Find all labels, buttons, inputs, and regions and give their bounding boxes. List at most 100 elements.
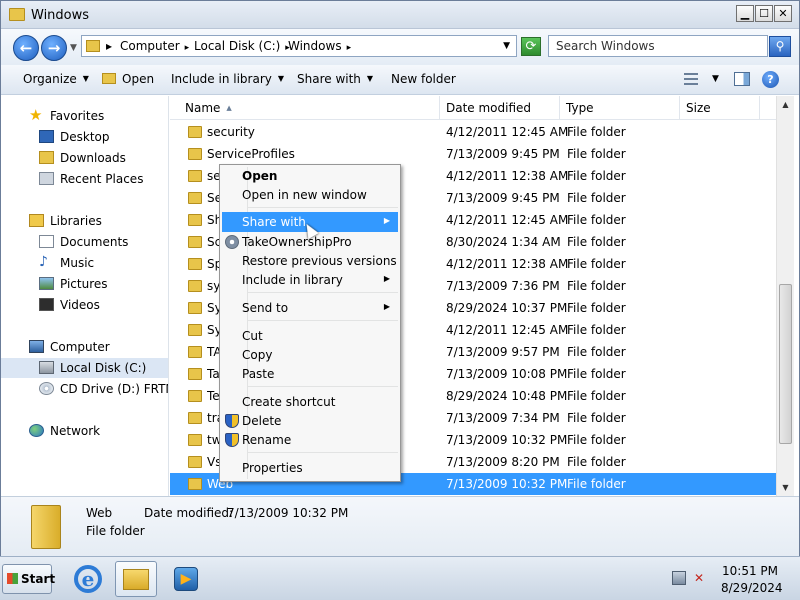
- nav-recent-places[interactable]: Recent Places: [1, 169, 168, 189]
- help-icon[interactable]: ?: [762, 71, 779, 88]
- sort-ascending-icon: ▲: [226, 104, 232, 112]
- nav-label: Local Disk (C:): [60, 361, 147, 375]
- nav-libraries[interactable]: Libraries: [1, 211, 168, 231]
- menu-label: Open in new window: [242, 188, 367, 202]
- videos-icon: [39, 298, 54, 311]
- preview-pane-icon[interactable]: [734, 72, 750, 86]
- nav-videos[interactable]: Videos: [1, 295, 168, 315]
- menu-item-paste[interactable]: Paste: [222, 364, 398, 384]
- table-row[interactable]: ServiceProfiles 7/13/2009 9:45 PM File fol…: [170, 143, 776, 165]
- scroll-thumb[interactable]: [779, 284, 792, 444]
- column-type[interactable]: Type: [560, 96, 680, 120]
- folder-icon: [31, 505, 61, 549]
- menu-item-open-new-window[interactable]: Open in new window: [222, 185, 398, 205]
- folder-icon: [188, 368, 202, 380]
- menu-item-open[interactable]: Open: [222, 166, 398, 186]
- clock-time[interactable]: 10:51 PM: [722, 564, 778, 578]
- back-button[interactable]: ←: [13, 35, 39, 61]
- taskbar-internet-explorer[interactable]: e: [68, 561, 106, 597]
- change-view-icon[interactable]: [684, 73, 698, 85]
- nav-pictures[interactable]: Pictures: [1, 274, 168, 294]
- context-menu: Open Open in new window Share with ▶ Take…: [219, 164, 401, 482]
- details-modified-label: Date modified:: [144, 506, 234, 520]
- column-date-modified[interactable]: Date modified: [440, 96, 560, 120]
- include-in-library-button[interactable]: Include in library ▼: [171, 72, 284, 86]
- submenu-arrow-icon: ▶: [383, 274, 390, 283]
- disk-drive-icon: [39, 361, 54, 374]
- submenu-arrow-icon: ▶: [383, 216, 390, 225]
- breadcrumb-local-disk[interactable]: Local Disk (C:) ▸: [194, 39, 290, 53]
- start-button[interactable]: Start: [2, 564, 55, 594]
- column-name[interactable]: Name ▲: [179, 96, 440, 120]
- refresh-button[interactable]: ⟳: [521, 37, 541, 56]
- menu-separator: [248, 292, 398, 293]
- nav-label: Pictures: [60, 277, 108, 291]
- file-type: File folder: [567, 191, 626, 205]
- nav-downloads[interactable]: Downloads: [1, 148, 168, 168]
- folder-icon: [188, 302, 202, 314]
- scroll-up-icon[interactable]: ▲: [777, 96, 794, 113]
- menu-item-restore-previous[interactable]: Restore previous versions: [222, 251, 398, 271]
- clock-date[interactable]: 8/29/2024: [721, 581, 783, 595]
- maximize-button[interactable]: ☐: [755, 5, 773, 22]
- menu-item-send-to[interactable]: Send to ▶: [222, 298, 398, 318]
- breadcrumb-arrow-icon[interactable]: ▸: [106, 39, 112, 53]
- menu-item-create-shortcut[interactable]: Create shortcut: [222, 392, 398, 412]
- nav-label: Computer: [50, 340, 110, 354]
- column-size[interactable]: Size: [680, 96, 760, 120]
- view-dropdown-icon[interactable]: ▼: [712, 74, 719, 84]
- menu-label: Open: [242, 169, 278, 183]
- volume-icon[interactable]: ✕: [694, 571, 708, 585]
- menu-item-properties[interactable]: Properties: [222, 458, 398, 478]
- open-button[interactable]: Open: [102, 72, 154, 86]
- menu-item-include-in-library[interactable]: Include in library ▶: [222, 270, 398, 290]
- address-field[interactable]: ▸ Computer ▸ Local Disk (C:) ▸ Windows ▸ ▼: [81, 35, 517, 57]
- breadcrumb-label: Windows: [288, 39, 342, 53]
- vertical-scrollbar[interactable]: ▲ ▼: [776, 96, 794, 496]
- taskbar-media-player[interactable]: ▶: [166, 561, 204, 597]
- window-title: Windows: [31, 8, 90, 23]
- search-input[interactable]: Search Windows: [548, 35, 768, 57]
- organize-label: Organize: [23, 72, 77, 86]
- address-dropdown-icon[interactable]: ▼: [503, 41, 510, 51]
- nav-local-disk[interactable]: Local Disk (C:): [1, 358, 168, 378]
- navigation-pane: ★ Favorites Desktop Downloads Recent Pla…: [1, 96, 169, 496]
- menu-label: Delete: [242, 414, 282, 428]
- taskbar-windows-explorer[interactable]: [115, 561, 157, 597]
- nav-network[interactable]: Network: [1, 421, 168, 441]
- file-type: File folder: [567, 433, 626, 447]
- menu-item-copy[interactable]: Copy: [222, 345, 398, 365]
- network-status-icon[interactable]: [672, 571, 686, 585]
- nav-music[interactable]: ♪ Music: [1, 253, 168, 273]
- nav-cd-drive[interactable]: CD Drive (D:) FRTME: [1, 379, 168, 399]
- recent-pages-dropdown-icon[interactable]: ▼: [70, 43, 77, 53]
- menu-item-cut[interactable]: Cut: [222, 326, 398, 346]
- scroll-down-icon[interactable]: ▼: [777, 479, 794, 496]
- breadcrumb-windows[interactable]: Windows ▸: [288, 39, 351, 53]
- folder-icon: [188, 192, 202, 204]
- share-with-button[interactable]: Share with ▼: [297, 72, 373, 86]
- file-date-modified: 7/13/2009 10:32 PM: [446, 433, 568, 447]
- file-type: File folder: [567, 323, 626, 337]
- breadcrumb-computer[interactable]: Computer ▸: [120, 39, 189, 53]
- title-bar[interactable]: Windows ▁ ☐ ✕: [1, 1, 799, 29]
- new-folder-button[interactable]: New folder: [391, 72, 456, 86]
- menu-separator: [248, 452, 398, 453]
- nav-documents[interactable]: Documents: [1, 232, 168, 252]
- nav-computer[interactable]: Computer: [1, 337, 168, 357]
- close-button[interactable]: ✕: [774, 5, 792, 22]
- cd-drive-icon: [39, 382, 54, 395]
- search-icon[interactable]: ⚲: [769, 36, 791, 57]
- menu-item-delete[interactable]: Delete: [222, 411, 398, 431]
- menu-label: Paste: [242, 367, 275, 381]
- taskbar: Start e ▶ ✕ 10:51 PM 8/29/2024: [0, 556, 800, 600]
- music-icon: ♪: [39, 254, 48, 270]
- menu-item-rename[interactable]: Rename: [222, 430, 398, 450]
- forward-button[interactable]: →: [41, 35, 67, 61]
- nav-favorites[interactable]: ★ Favorites: [1, 106, 168, 126]
- table-row[interactable]: security 4/12/2011 12:45 AM File folder: [170, 121, 776, 143]
- folder-icon: [188, 324, 202, 336]
- organize-button[interactable]: Organize ▼: [23, 72, 89, 86]
- minimize-button[interactable]: ▁: [736, 5, 754, 22]
- nav-desktop[interactable]: Desktop: [1, 127, 168, 147]
